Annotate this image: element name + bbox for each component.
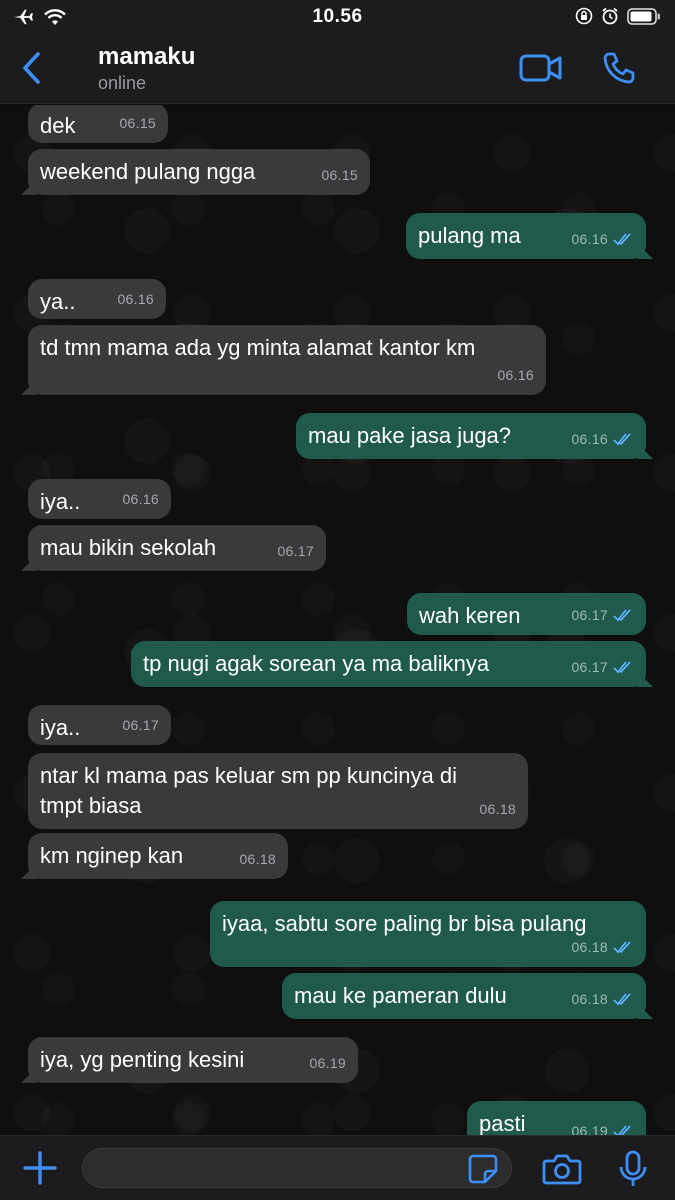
message-text: tp nugi agak sorean ya ma baliknya	[143, 651, 490, 676]
message-list[interactable]: dek 06.15 weekend pulang ngga 06.15 pulang m…	[0, 105, 675, 1135]
outgoing-message[interactable]: pulang ma 06.16	[406, 213, 646, 259]
incoming-message[interactable]: iya, yg penting kesini 06.19	[28, 1037, 358, 1083]
outgoing-message[interactable]: pasti 06.19	[467, 1101, 646, 1135]
sticker-icon	[468, 1154, 498, 1188]
incoming-message[interactable]: td tmn mama ada yg minta alamat kantor k…	[28, 325, 546, 395]
message-time: 06.15	[119, 115, 156, 131]
incoming-message[interactable]: ntar kl mama pas keluar sm pp kuncinya d…	[28, 753, 528, 829]
outgoing-message[interactable]: wah keren 06.17	[407, 593, 646, 635]
orientation-lock-icon	[575, 7, 593, 30]
outgoing-message[interactable]: tp nugi agak sorean ya ma baliknya 06.17	[131, 641, 646, 687]
message-meta: 06.17	[122, 710, 159, 740]
voice-call-button[interactable]	[601, 50, 637, 91]
phone-icon	[601, 52, 637, 90]
message-time: 06.16	[497, 367, 534, 383]
incoming-message[interactable]: dek 06.15	[28, 105, 168, 143]
contact-name: mamaku	[98, 43, 196, 70]
status-bar: 10.56	[0, 0, 675, 36]
message-meta: 06.17	[571, 600, 634, 630]
message-time: 06.17	[277, 543, 314, 559]
incoming-message[interactable]: km nginep kan 06.18	[28, 833, 288, 879]
outgoing-message[interactable]: mau pake jasa juga? 06.16	[296, 413, 646, 459]
message-meta: 06.16	[571, 224, 634, 254]
contact-info[interactable]: mamaku online	[98, 42, 195, 94]
message-time: 06.16	[117, 291, 154, 307]
read-ticks-icon	[613, 941, 631, 954]
message-time: 06.16	[571, 231, 608, 247]
read-ticks-icon	[613, 609, 631, 622]
message-time: 06.19	[571, 1123, 608, 1135]
message-time: 06.15	[321, 167, 358, 183]
message-time: 06.17	[122, 717, 159, 733]
message-time: 06.16	[122, 491, 159, 507]
message-time: 06.18	[479, 801, 516, 817]
read-ticks-icon	[613, 993, 631, 1006]
plus-icon	[22, 1151, 58, 1190]
incoming-message[interactable]: ya.. 06.16	[28, 279, 166, 319]
message-text: td tmn mama ada yg minta alamat kantor k…	[40, 335, 476, 360]
message-time: 06.17	[571, 607, 608, 623]
message-meta: 06.15	[119, 108, 156, 138]
battery-icon	[627, 7, 661, 30]
message-time: 06.19	[309, 1055, 346, 1071]
incoming-message[interactable]: iya.. 06.17	[28, 705, 171, 745]
message-meta: 06.18	[479, 794, 516, 824]
message-meta: 06.16	[497, 360, 534, 390]
message-time: 06.18	[571, 939, 608, 955]
message-meta: 06.17	[571, 652, 634, 682]
outgoing-message[interactable]: mau ke pameran dulu 06.18	[282, 973, 646, 1019]
message-meta: 06.19	[309, 1048, 346, 1078]
microphone-button[interactable]	[618, 1150, 648, 1193]
message-meta: 06.18	[239, 844, 276, 874]
camera-icon	[542, 1154, 582, 1189]
video-call-icon	[518, 54, 564, 88]
message-text: iya, yg penting kesini	[40, 1047, 245, 1072]
message-time: 06.18	[239, 851, 276, 867]
microphone-icon	[618, 1150, 648, 1192]
message-text: ntar kl mama pas keluar sm pp kuncinya d…	[40, 763, 457, 818]
message-time: 06.18	[571, 991, 608, 1007]
alarm-icon	[601, 7, 619, 30]
read-ticks-icon	[613, 233, 631, 246]
attach-button[interactable]	[22, 1150, 58, 1191]
outgoing-message[interactable]: iyaa, sabtu sore paling br bisa pulang 06…	[210, 901, 646, 967]
message-input[interactable]	[82, 1148, 512, 1188]
incoming-message[interactable]: weekend pulang ngga 06.15	[28, 149, 370, 195]
sticker-button[interactable]	[468, 1154, 498, 1189]
message-meta: 06.19	[571, 1116, 634, 1135]
message-text: weekend pulang ngga	[40, 159, 256, 184]
input-bar	[0, 1135, 675, 1200]
message-time: 06.17	[571, 659, 608, 675]
read-ticks-icon	[613, 1125, 631, 1135]
message-meta: 06.16	[122, 484, 159, 514]
chat-header: mamaku online	[0, 36, 675, 104]
incoming-message[interactable]: mau bikin sekolah 06.17	[28, 525, 326, 571]
read-ticks-icon	[613, 433, 631, 446]
camera-button[interactable]	[542, 1153, 582, 1190]
message-meta: 06.18	[571, 984, 634, 1014]
message-meta: 06.18	[571, 932, 634, 962]
incoming-message[interactable]: iya.. 06.16	[28, 479, 171, 519]
back-button[interactable]	[16, 50, 46, 90]
message-meta: 06.17	[277, 536, 314, 566]
back-chevron-icon	[20, 51, 42, 90]
status-time: 10.56	[312, 6, 363, 27]
read-ticks-icon	[613, 661, 631, 674]
message-meta: 06.16	[571, 424, 634, 454]
message-time: 06.16	[571, 431, 608, 447]
video-call-button[interactable]	[518, 52, 564, 89]
contact-status: online	[98, 73, 147, 93]
message-meta: 06.15	[321, 160, 358, 190]
message-meta: 06.16	[117, 284, 154, 314]
message-text: mau bikin sekolah	[40, 535, 217, 560]
